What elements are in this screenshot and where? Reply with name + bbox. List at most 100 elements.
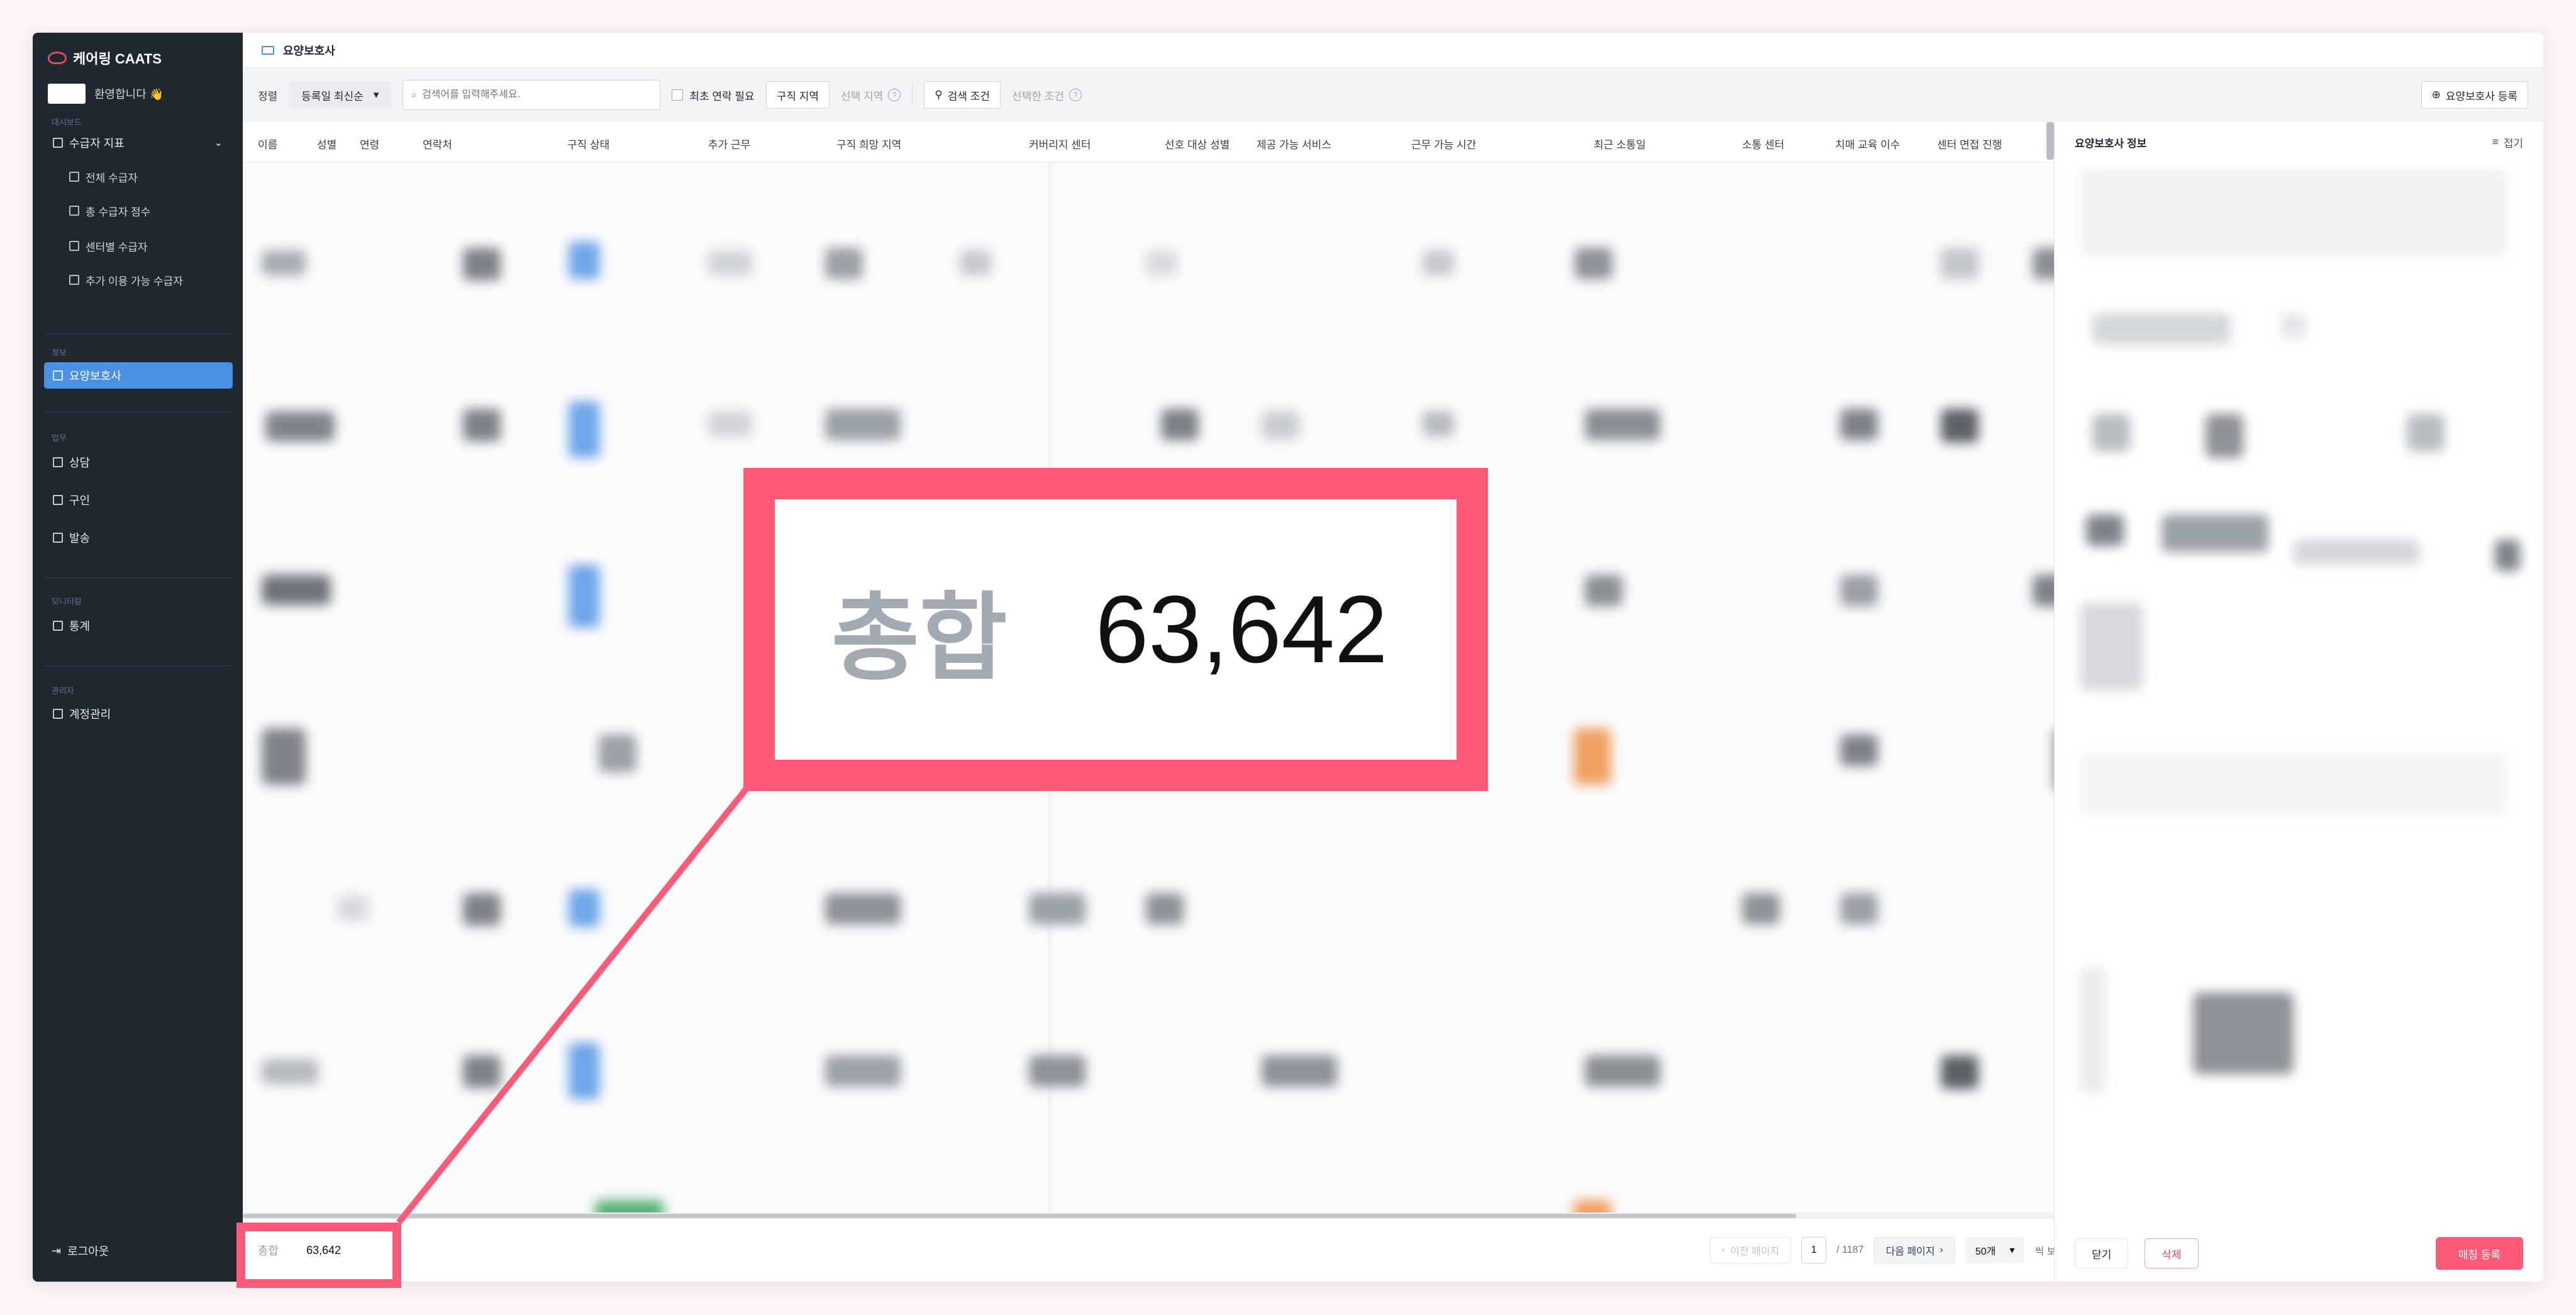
column-header[interactable]: 연령 (360, 136, 379, 152)
divider (44, 665, 233, 666)
logout-button[interactable]: ⇥ 로그아웃 (52, 1243, 109, 1259)
help-icon[interactable]: ? (1069, 89, 1082, 101)
prev-page-button[interactable]: ‹ 이전 페이지 (1709, 1237, 1792, 1263)
score-icon (69, 206, 79, 216)
column-header[interactable]: 추가 근무 (708, 136, 750, 152)
panel-body (2055, 162, 2543, 1225)
sort-select[interactable]: 등록일 최신순 ▾ (289, 81, 392, 109)
fold-label: 접기 (2503, 137, 2523, 150)
panel-title: 요양보호사 정보 (2075, 137, 2147, 150)
register-caregiver-label: 요양보호사 등록 (2445, 90, 2518, 103)
sidebar-item-label: 통계 (69, 620, 91, 633)
horizontal-scrollbar[interactable] (243, 1212, 2080, 1219)
collapse-icon: ≡ (2492, 136, 2499, 148)
logout-icon: ⇥ (52, 1244, 62, 1257)
page-size-select[interactable]: 50개 ▾ (1965, 1237, 2025, 1263)
sidebar-item-total-score[interactable]: 총 수급자 점수 (44, 197, 233, 224)
page-size-value: 50개 (1975, 1246, 1996, 1257)
column-header[interactable]: 성별 (317, 136, 336, 152)
total-callout: 총합 63,642 (743, 468, 1488, 791)
search-condition-label: 검색 조건 (947, 90, 991, 103)
column-header[interactable]: 커버리지 센터 (1029, 136, 1091, 152)
chevron-right-icon: › (1940, 1245, 1943, 1255)
callout-label: 총합 (831, 585, 1008, 692)
register-caregiver-button[interactable]: ⊕ 요양보호사 등록 (2421, 81, 2528, 109)
divider (44, 333, 233, 334)
card-icon (53, 370, 63, 380)
sidebar-item-send[interactable]: 발송 (44, 524, 233, 551)
column-header[interactable]: 연락처 (423, 136, 452, 152)
people-icon (69, 172, 79, 182)
callout-value: 63,642 (1095, 575, 1388, 683)
divider (44, 577, 233, 578)
sidebar-item-label: 상담 (69, 457, 91, 469)
building-icon (69, 241, 79, 251)
column-header[interactable]: 선호 대상 성별 (1165, 136, 1230, 152)
page-header: 요양보호사 (243, 33, 2543, 68)
stats-icon (53, 621, 63, 631)
selected-region-text: 선택 지역 (841, 90, 884, 103)
column-header[interactable]: 최근 소통일 (1594, 136, 1646, 152)
search-input[interactable] (421, 89, 653, 101)
page-input[interactable]: 1 (1801, 1237, 1827, 1263)
next-page-label: 다음 페이지 (1885, 1246, 1935, 1257)
first-contact-label: 최초 연락 필요 (689, 90, 755, 103)
section-label-info: 정보 (52, 348, 67, 357)
checkbox-box[interactable] (672, 89, 684, 101)
sidebar-item-recipient-metrics[interactable]: 수급자 지표 ⌄ (44, 130, 233, 156)
sidebar-item-label: 계정관리 (69, 708, 111, 721)
column-header[interactable]: 센터 면접 진행 (1937, 136, 2002, 152)
sidebar-item-extra-recipients[interactable]: 추가 이용 가능 수급자 (44, 267, 233, 293)
sidebar-item-all-recipients[interactable]: 전체 수급자 (44, 164, 233, 190)
add-person-icon: ⊕ (2431, 89, 2441, 101)
page-total: / 1187 (1836, 1245, 1864, 1255)
person-icon (53, 495, 63, 505)
column-header[interactable]: 구직 희망 지역 (836, 136, 901, 152)
welcome-text: 환영합니다 👋 (94, 88, 164, 101)
caregiver-detail-panel: 요양보호사 정보 ≡ 접기 닫기 삭제 매칭 등록 (2054, 122, 2543, 1282)
section-label-work: 업무 (52, 433, 67, 443)
selected-condition-text: 선택한 조건 (1012, 90, 1064, 103)
sort-label: 정렬 (258, 90, 278, 103)
section-label-monitoring: 모니터링 (52, 597, 82, 606)
filter-icon: ⚲ (935, 89, 943, 101)
prev-page-label: 이전 페이지 (1730, 1246, 1780, 1257)
caret-down-icon: ▾ (373, 89, 379, 101)
search-box: ⌕ (402, 80, 661, 110)
column-header[interactable]: 소통 센터 (1742, 136, 1784, 152)
section-label-dashboard: 대시보드 (52, 118, 82, 127)
sort-value: 등록일 최신순 (301, 90, 364, 103)
sidebar-item-label: 수급자 지표 (69, 137, 125, 150)
delete-button[interactable]: 삭제 (2145, 1238, 2199, 1268)
first-contact-checkbox[interactable]: 최초 연락 필요 (672, 87, 755, 103)
sidebar-item-label: 센터별 수급자 (86, 241, 148, 253)
sidebar-item-consultation[interactable]: 상담 (44, 449, 233, 475)
sidebar-item-label: 추가 이용 가능 수급자 (86, 275, 183, 287)
scroll-thumb[interactable] (243, 1214, 1796, 1218)
brand[interactable]: 케어링 CAATS (48, 42, 162, 74)
sidebar-item-account[interactable]: 계정관리 (44, 701, 233, 727)
close-button[interactable]: 닫기 (2075, 1238, 2129, 1268)
sidebar-item-center-recipients[interactable]: 센터별 수급자 (44, 233, 233, 259)
sidebar-item-recruit[interactable]: 구인 (44, 487, 233, 513)
chevron-down-icon: ⌄ (214, 138, 223, 148)
fold-button[interactable]: ≡ 접기 (2492, 135, 2523, 150)
job-region-button[interactable]: 구직 지역 (765, 81, 830, 109)
help-icon[interactable]: ? (888, 89, 901, 101)
send-icon (53, 533, 63, 543)
column-header[interactable]: 치매 교육 이수 (1835, 136, 1900, 152)
welcome-banner: 환영합니다 👋 (48, 82, 224, 106)
column-header[interactable]: 근무 가능 시간 (1411, 136, 1476, 152)
vertical-scrollbar[interactable] (2046, 122, 2054, 160)
sidebar-item-statistics[interactable]: 통계 (44, 613, 233, 639)
next-page-button[interactable]: 다음 페이지 › (1874, 1237, 1955, 1263)
column-header[interactable]: 이름 (258, 136, 277, 152)
user-name (48, 84, 86, 104)
match-register-button[interactable]: 매칭 등록 (2435, 1237, 2523, 1270)
column-header[interactable]: 구직 상태 (567, 136, 609, 152)
chevron-left-icon: ‹ (1721, 1245, 1726, 1255)
search-icon: ⌕ (411, 89, 417, 101)
column-header[interactable]: 제공 가능 서비스 (1257, 136, 1331, 152)
sidebar-item-caregivers[interactable]: 요양보호사 (44, 362, 233, 389)
search-condition-button[interactable]: ⚲ 검색 조건 (924, 81, 1001, 109)
